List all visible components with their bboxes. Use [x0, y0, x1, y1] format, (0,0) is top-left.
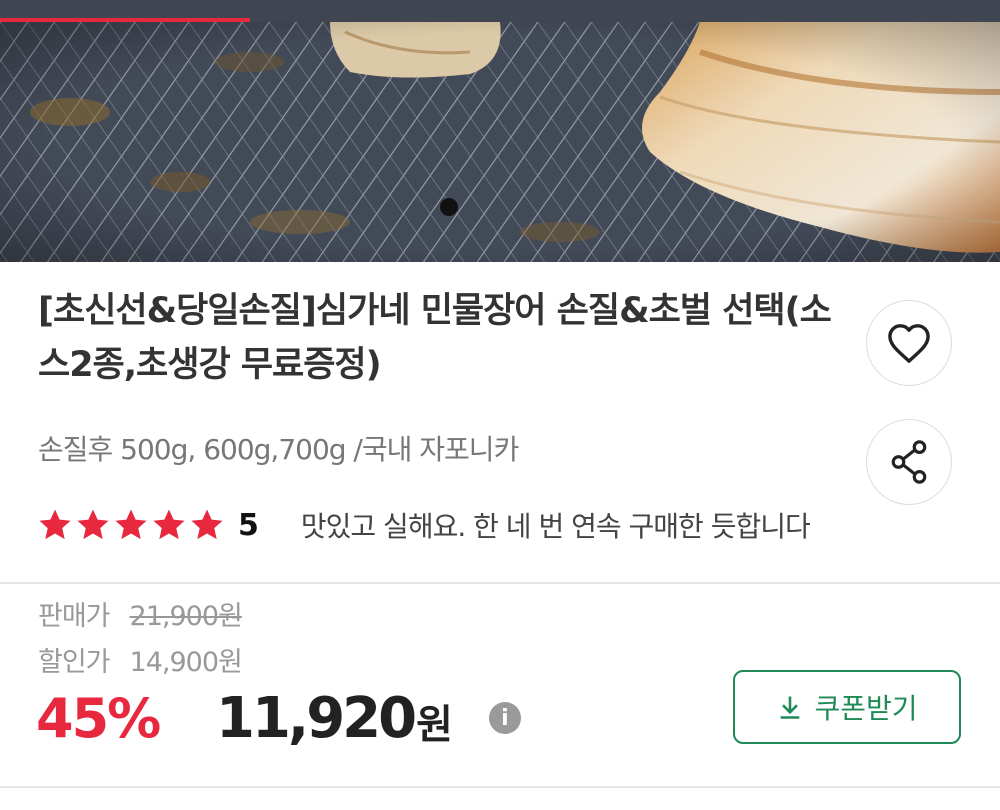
star-icon — [39, 509, 71, 540]
gallery-progress-bar — [0, 18, 250, 22]
product-image — [0, 22, 1000, 262]
product-image-gallery[interactable] — [0, 0, 1000, 262]
download-icon — [781, 696, 800, 719]
review-snippet[interactable]: 맛있고 실해요. 한 네 번 연속 구매한 듯합니다 — [301, 505, 811, 545]
share-icon — [891, 440, 927, 484]
star-icon — [191, 509, 223, 540]
rating-score: 5 — [238, 507, 259, 543]
star-icon — [153, 509, 185, 540]
product-title: [초신선&당일손질]심가네 민물장어 손질&초벌 선택(소스2종,초생강 무료증… — [38, 291, 832, 385]
rating-row[interactable]: 5 맛있고 실해요. 한 네 번 연속 구매한 듯합니다 — [36, 503, 811, 547]
share-button[interactable] — [866, 419, 952, 505]
final-price-unit: 원 — [416, 702, 453, 748]
star-icon — [115, 509, 147, 540]
info-icon[interactable]: i — [488, 702, 521, 734]
product-subtitle: 손질후 500g, 600g,700g /국내 자포니카 — [38, 433, 519, 466]
original-price-row: 판매가 21,900원 — [38, 594, 243, 633]
original-price-label: 판매가 — [38, 601, 111, 632]
discount-price-label: 할인가 — [38, 647, 111, 678]
original-price-value: 21,900원 — [129, 601, 243, 632]
gallery-indicator-dot[interactable] — [440, 198, 458, 216]
discount-price-value: 14,900원 — [129, 647, 243, 678]
star-icon — [77, 509, 109, 540]
coupon-download-button[interactable]: 쿠폰받기 — [733, 670, 961, 744]
section-divider — [0, 786, 1000, 788]
discount-rate: 45% — [36, 686, 161, 750]
coupon-button-label: 쿠폰받기 — [814, 692, 918, 725]
discount-price-row: 할인가 14,900원 — [38, 640, 243, 679]
wishlist-button[interactable] — [866, 300, 952, 386]
star-rating — [36, 506, 226, 544]
section-divider — [0, 582, 1000, 584]
final-price-row: 45% 11,920 원 i — [36, 680, 521, 756]
final-price-value: 11,920 — [216, 685, 417, 751]
heart-icon — [888, 324, 930, 363]
